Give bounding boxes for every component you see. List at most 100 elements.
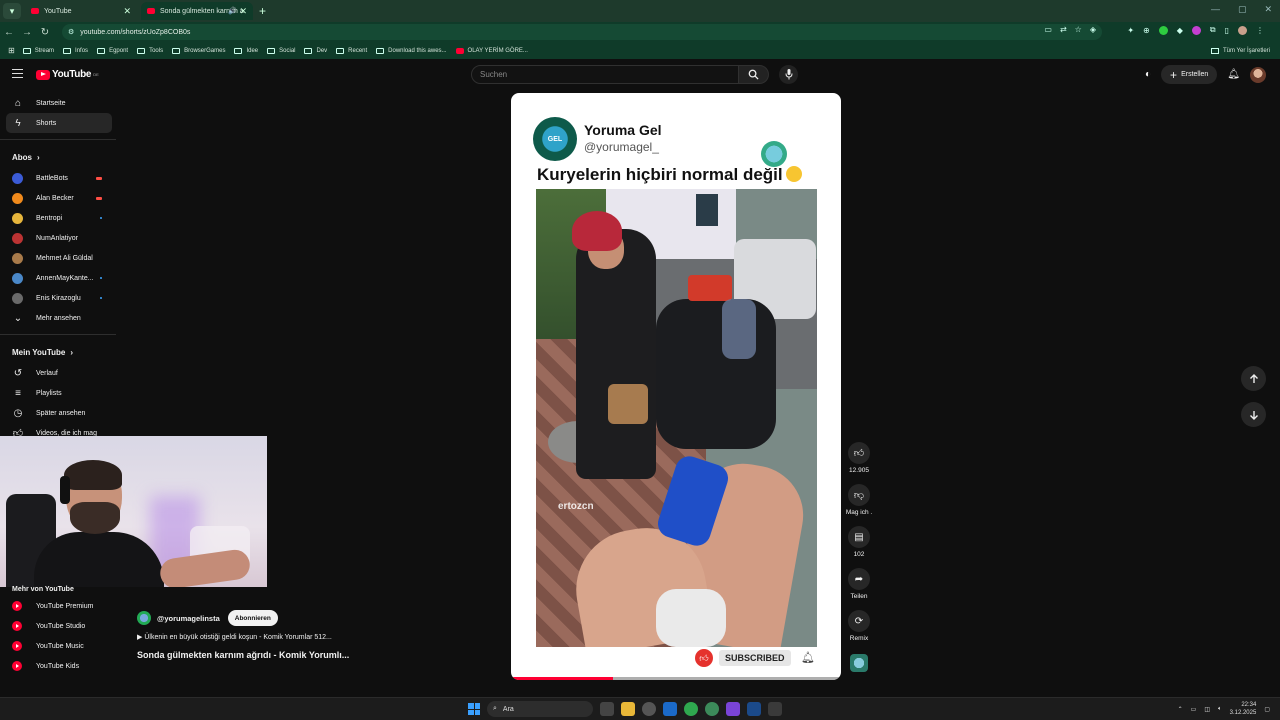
minimize-icon[interactable]: —: [1211, 4, 1220, 15]
subscribe-button[interactable]: Abonnieren: [227, 610, 278, 626]
next-short-button[interactable]: [1241, 402, 1266, 427]
tab-short-active[interactable]: Sonda gülmekten karnım a 🔊 ✕: [141, 2, 253, 20]
notifications-icon[interactable]: ▢: [1264, 706, 1270, 713]
taskbar-search[interactable]: ⌕ Ara: [487, 701, 593, 717]
app-icon[interactable]: [768, 702, 782, 716]
search-input[interactable]: Suchen: [471, 65, 739, 84]
tab-youtube[interactable]: YouTube ✕: [25, 2, 137, 20]
bookmark-folder[interactable]: Stream: [22, 47, 54, 54]
extension-icon[interactable]: ⊕: [1143, 26, 1150, 35]
video-progress-bar[interactable]: [511, 677, 841, 680]
maximize-icon[interactable]: ▢: [1238, 4, 1247, 15]
sidebar-item-history[interactable]: ↺ Verlauf: [0, 363, 118, 383]
extensions-puzzle-icon[interactable]: ⧉: [1210, 25, 1216, 35]
channel-sound-thumbnail[interactable]: [850, 654, 868, 672]
like-button[interactable]: 👍︎: [848, 442, 870, 464]
bookmark-folder[interactable]: Download this awes...: [376, 47, 447, 54]
bookmark-folder[interactable]: BrowserGames: [172, 47, 225, 54]
bookmark-folder[interactable]: Social: [267, 47, 295, 54]
all-bookmarks[interactable]: Tüm Yer İşaretleri: [1210, 47, 1270, 54]
url-field[interactable]: ⚙ youtube.com/shorts/zUoZp8COB0s: [62, 24, 1102, 40]
github-icon[interactable]: [642, 702, 656, 716]
chrome-icon[interactable]: [684, 702, 698, 716]
bookmark-star-icon[interactable]: ☆: [1075, 25, 1082, 34]
audio-icon[interactable]: 🔊: [228, 7, 237, 15]
chevron-up-icon[interactable]: ⌃: [1178, 706, 1183, 713]
menu-kebab-icon[interactable]: ⋮: [1256, 26, 1264, 35]
windows-start-icon[interactable]: [468, 703, 480, 715]
bookmark-folder[interactable]: Idee: [234, 47, 258, 54]
extension-icon[interactable]: [1158, 25, 1168, 35]
cast-icon[interactable]: ▭: [1044, 25, 1052, 34]
apps-grid-icon[interactable]: ⊞: [8, 46, 15, 55]
close-tab-icon[interactable]: ✕: [123, 6, 131, 17]
comments-button[interactable]: ▤: [848, 526, 870, 548]
sidebar-item-premium[interactable]: YouTube Premium: [0, 596, 118, 616]
sidebar-item-playlists[interactable]: ≡ Playlists: [0, 383, 118, 403]
bookmark-folder[interactable]: Egpont: [97, 47, 128, 54]
steam-client-icon[interactable]: [747, 702, 761, 716]
previous-short-button[interactable]: [1241, 366, 1266, 391]
tab-search-icon[interactable]: ▾: [3, 3, 21, 19]
search-button[interactable]: [739, 65, 769, 84]
live-studio-icon[interactable]: ◐: [1145, 69, 1151, 80]
extension-icon[interactable]: ✦: [1127, 26, 1134, 35]
discord-icon[interactable]: [726, 702, 740, 716]
network-icon[interactable]: ▭: [1191, 706, 1197, 713]
sidebar-item-shorts[interactable]: ϟ Shorts: [6, 113, 112, 133]
clock[interactable]: 22:34 3.12.2025: [1230, 701, 1257, 717]
sidebar-item-watch-later[interactable]: ◷ Später ansehen: [0, 403, 118, 423]
remix-button[interactable]: ⟳: [848, 610, 870, 632]
notifications-bell-icon[interactable]: 🔔︎: [1227, 69, 1240, 80]
chrome-profile-icon[interactable]: [705, 702, 719, 716]
profile-avatar[interactable]: [1238, 25, 1247, 35]
file-explorer-icon[interactable]: [621, 702, 635, 716]
sidebar-subscription[interactable]: Bentropi: [0, 208, 118, 228]
sidebar-subscription[interactable]: Mehmet Ali Güldal: [0, 248, 118, 268]
sidebar-item-studio[interactable]: YouTube Studio: [0, 616, 118, 636]
account-avatar[interactable]: [1250, 66, 1266, 83]
sidebar-item-home[interactable]: ⌂ Startseite: [0, 93, 118, 113]
translate-icon[interactable]: ⇄: [1060, 25, 1067, 34]
volume-icon[interactable]: 🔈︎: [1218, 706, 1222, 713]
site-info-icon[interactable]: ⚙: [68, 28, 74, 36]
extension-icon[interactable]: [1191, 25, 1201, 35]
forward-icon[interactable]: →: [18, 27, 36, 38]
channel-name[interactable]: @yorumagelinsta: [157, 614, 220, 623]
back-icon[interactable]: ←: [0, 27, 18, 38]
share-button[interactable]: ➦: [848, 568, 870, 590]
menu-icon[interactable]: [12, 69, 23, 78]
display-icon[interactable]: ◫: [1204, 706, 1210, 713]
voice-search-button[interactable]: [779, 65, 798, 84]
close-tab-icon[interactable]: ✕: [239, 6, 247, 17]
steam-icon[interactable]: [663, 702, 677, 716]
dislike-button[interactable]: 👎︎: [848, 484, 870, 506]
bookmark-link[interactable]: OLAY YERİM GÖRE...: [455, 47, 528, 54]
bookmark-folder[interactable]: Infos: [63, 47, 88, 54]
sidebar-subscription[interactable]: Enis Kirazoglu: [0, 288, 118, 308]
channel-avatar[interactable]: [137, 611, 151, 625]
new-tab-button[interactable]: +: [259, 4, 266, 18]
task-view-icon[interactable]: [600, 702, 614, 716]
bookmark-folder[interactable]: Dev: [304, 47, 327, 54]
sidebar-show-more[interactable]: ⌄ Mehr ansehen: [0, 308, 118, 328]
sidebar-item-kids[interactable]: YouTube Kids: [0, 656, 118, 676]
bookmark-folder[interactable]: Recent: [336, 47, 367, 54]
sidebar-toggle-icon[interactable]: ▯: [1225, 26, 1229, 35]
bookmark-folder[interactable]: Tools: [137, 47, 163, 54]
sidebar-subscription[interactable]: AnnenMayKante...: [0, 268, 118, 288]
short-description-link[interactable]: ▶ Ülkenin en büyük otistiği geldi koşun …: [137, 633, 497, 641]
sidebar-subscription[interactable]: Alan Becker: [0, 188, 118, 208]
you-heading[interactable]: Mein YouTube ›: [0, 341, 118, 363]
reload-icon[interactable]: ↻: [36, 27, 54, 38]
extension-icon[interactable]: ◆: [1177, 26, 1183, 35]
short-title[interactable]: Sonda gülmekten karnım ağrıdı - Komik Yo…: [137, 650, 497, 660]
create-button[interactable]: + Erstellen: [1161, 65, 1218, 84]
sidebar-subscription[interactable]: BattleBots: [0, 168, 118, 188]
sidebar-subscription[interactable]: NumAnlatiyor: [0, 228, 118, 248]
shorts-player[interactable]: GEL Yoruma Gel @yorumagel_ Kuryelerin hi…: [511, 93, 841, 680]
shield-icon[interactable]: ◈: [1090, 25, 1096, 34]
youtube-logo[interactable]: YouTube DE: [36, 69, 99, 80]
sidebar-item-music[interactable]: YouTube Music: [0, 636, 118, 656]
subscriptions-heading[interactable]: Abos ›: [0, 146, 118, 168]
